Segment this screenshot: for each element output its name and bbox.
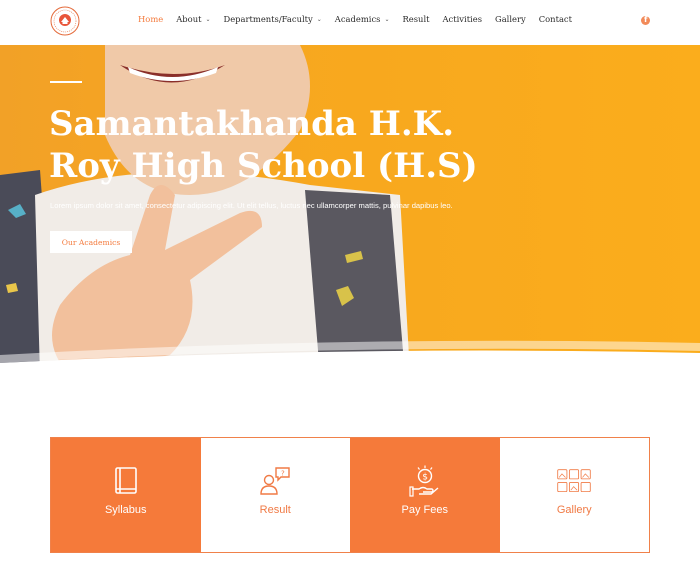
card-result[interactable]: ? Result	[200, 438, 350, 552]
nav-home[interactable]: Home	[138, 14, 163, 24]
hero-title: Samantakhanda H.K. Roy High School (H.S)	[49, 104, 478, 186]
site-header: Home About ⌄ Departments/Faculty ⌄ Academi…	[0, 0, 700, 45]
hero-photo	[0, 45, 700, 385]
svg-text:?: ?	[281, 470, 285, 478]
coin-hand-icon: $	[408, 464, 442, 498]
card-label: Syllabus	[104, 504, 147, 516]
feature-cards: Syllabus ? Result $ Pay Fees Gallery	[50, 437, 650, 553]
user-chat-icon: ?	[258, 464, 292, 498]
image-grid-icon	[557, 464, 591, 498]
school-crest-icon[interactable]	[49, 5, 81, 37]
book-icon	[109, 464, 143, 498]
card-label: Pay Fees	[401, 504, 448, 516]
chevron-down-icon: ⌄	[316, 15, 322, 23]
nav-about[interactable]: About ⌄	[176, 14, 210, 24]
chevron-down-icon: ⌄	[205, 15, 211, 23]
nav-activities[interactable]: Activities	[443, 14, 483, 24]
our-academics-button[interactable]: Our Academics	[50, 231, 132, 253]
nav-result[interactable]: Result	[403, 14, 430, 24]
nav-gallery[interactable]: Gallery	[495, 14, 526, 24]
facebook-icon[interactable]: f	[641, 15, 650, 25]
card-label: Result	[259, 504, 291, 516]
nav-academics[interactable]: Academics ⌄	[335, 14, 390, 24]
main-nav: Home About ⌄ Departments/Faculty ⌄ Academi…	[138, 14, 585, 24]
nav-departments[interactable]: Departments/Faculty ⌄	[224, 14, 322, 24]
hero-banner: Samantakhanda H.K. Roy High School (H.S)…	[0, 45, 700, 385]
hero-subtitle: Lorem ipsum dolor sit amet, consectetur …	[50, 201, 453, 210]
svg-text:$: $	[422, 473, 428, 483]
card-gallery[interactable]: Gallery	[499, 438, 649, 552]
card-pay-fees[interactable]: $ Pay Fees	[350, 438, 500, 552]
chevron-down-icon: ⌄	[384, 15, 390, 23]
nav-contact[interactable]: Contact	[539, 14, 572, 24]
card-label: Gallery	[556, 504, 592, 516]
hero-divider	[50, 81, 82, 83]
card-syllabus[interactable]: Syllabus	[51, 438, 201, 552]
